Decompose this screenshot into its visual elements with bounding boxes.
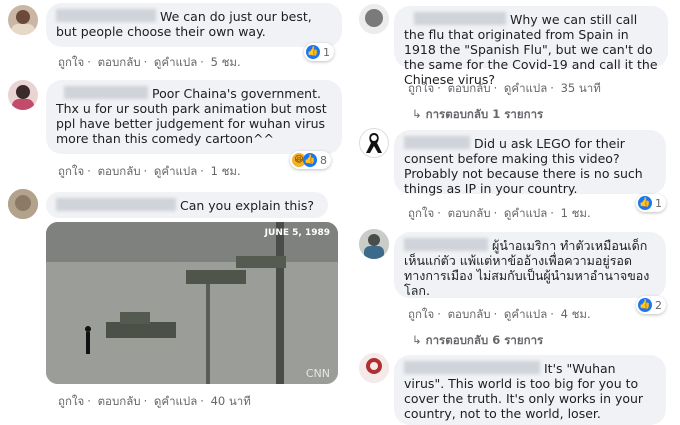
reply-link[interactable]: ตอบกลับ — [98, 55, 141, 69]
comment-actions: ถูกใจ · ตอบกลับ · ดูคำแปล · 35 นาที — [408, 81, 601, 95]
reply-link[interactable]: ตอบกลับ — [98, 164, 141, 178]
commenter-name[interactable] — [414, 12, 506, 25]
reply-arrow-icon: ↳ — [412, 333, 422, 347]
commenter-name[interactable] — [56, 9, 156, 22]
commenter-name[interactable] — [56, 198, 176, 211]
like-link[interactable]: ถูกใจ — [408, 307, 434, 321]
timestamp[interactable]: 4 ชม. — [561, 307, 591, 321]
timestamp[interactable]: 35 นาที — [561, 81, 601, 95]
photo-date-caption: JUNE 5, 1989 — [264, 228, 330, 238]
avatar[interactable] — [8, 189, 38, 219]
comment-text: Can you explain this? — [180, 198, 314, 213]
comment-bubble: Why we can still call the flu that origi… — [394, 6, 668, 87]
comment-actions: ถูกใจ · ตอบกลับ · ดูคำแปล · 5 ชม. — [58, 55, 241, 69]
timestamp[interactable]: 1 ชม. — [211, 164, 241, 178]
like-link[interactable]: ถูกใจ — [58, 164, 84, 178]
translate-link[interactable]: ดูคำแปล — [504, 307, 547, 321]
view-replies-link[interactable]: ↳ การตอบกลับ 1 รายการ — [412, 106, 543, 124]
translate-link[interactable]: ดูคำแปล — [154, 394, 197, 408]
avatar[interactable] — [359, 4, 389, 34]
commenter-name[interactable] — [404, 238, 488, 251]
avatar-photo — [359, 4, 389, 34]
like-reaction-icon: 👍 — [306, 45, 320, 59]
reaction-count[interactable]: 👍 1 — [304, 43, 334, 61]
like-reaction-icon: 👍 — [303, 153, 317, 167]
timestamp[interactable]: 1 ชม. — [561, 206, 591, 220]
photo-watermark: CNN — [305, 367, 330, 380]
reply-link[interactable]: ตอบกลับ — [448, 206, 491, 220]
avatar-photo — [359, 229, 389, 259]
avatar-photo — [359, 353, 389, 383]
avatar[interactable] — [359, 353, 389, 383]
avatar[interactable] — [359, 229, 389, 259]
ribbon-icon — [366, 133, 382, 153]
tank-man-photo — [46, 222, 338, 384]
translate-link[interactable]: ดูคำแปล — [154, 55, 197, 69]
like-link[interactable]: ถูกใจ — [58, 394, 84, 408]
comment-bubble: Poor Chaina's government. Thx u for ur s… — [46, 80, 342, 154]
commenter-name[interactable] — [404, 136, 470, 149]
comment-bubble: Did u ask LEGO for their consent before … — [394, 130, 666, 196]
reaction-count[interactable]: 👍 1 — [636, 194, 666, 212]
avatar-photo — [11, 10, 35, 35]
like-reaction-icon: 👍 — [638, 298, 652, 312]
reply-arrow-icon: ↳ — [412, 107, 422, 121]
comment-bubble: We can do just our best, but people choo… — [46, 3, 342, 47]
commenter-name[interactable] — [64, 86, 148, 99]
commenter-name[interactable] — [404, 361, 540, 374]
like-link[interactable]: ถูกใจ — [58, 55, 84, 69]
avatar-photo — [8, 189, 38, 219]
like-link[interactable]: ถูกใจ — [408, 81, 434, 95]
view-replies-link[interactable]: ↳ การตอบกลับ 6 รายการ — [412, 332, 543, 350]
avatar[interactable] — [8, 80, 38, 110]
reaction-count[interactable]: 👍 2 — [636, 296, 666, 314]
reply-link[interactable]: ตอบกลับ — [98, 394, 141, 408]
timestamp[interactable]: 5 ชม. — [211, 55, 241, 69]
avatar[interactable] — [359, 128, 389, 158]
comment-actions: ถูกใจ · ตอบกลับ · ดูคำแปล · 40 นาที — [58, 394, 251, 408]
translate-link[interactable]: ดูคำแปล — [154, 164, 197, 178]
timestamp[interactable]: 40 นาที — [211, 394, 251, 408]
reaction-count[interactable]: 😆 👍 8 — [290, 151, 331, 169]
translate-link[interactable]: ดูคำแปล — [504, 81, 547, 95]
comment-actions: ถูกใจ · ตอบกลับ · ดูคำแปล · 1 ชม. — [408, 206, 591, 220]
avatar-photo — [12, 85, 34, 110]
comment-bubble: Can you explain this? — [46, 192, 328, 218]
reply-link[interactable]: ตอบกลับ — [448, 81, 491, 95]
attached-photo[interactable]: JUNE 5, 1989 CNN — [46, 222, 338, 384]
comment-bubble: ผู้นำอเมริกา ทำตัวเหมือนเด็ก เห็นแก่ตัว … — [394, 232, 666, 298]
avatar[interactable] — [8, 5, 38, 35]
comment-bubble: It's "Wuhan virus". This world is too bi… — [394, 355, 666, 425]
like-link[interactable]: ถูกใจ — [408, 206, 434, 220]
translate-link[interactable]: ดูคำแปล — [504, 206, 547, 220]
reply-link[interactable]: ตอบกลับ — [448, 307, 491, 321]
comment-actions: ถูกใจ · ตอบกลับ · ดูคำแปล · 4 ชม. — [408, 307, 591, 321]
like-reaction-icon: 👍 — [638, 196, 652, 210]
comment-actions: ถูกใจ · ตอบกลับ · ดูคำแปล · 1 ชม. — [58, 164, 241, 178]
